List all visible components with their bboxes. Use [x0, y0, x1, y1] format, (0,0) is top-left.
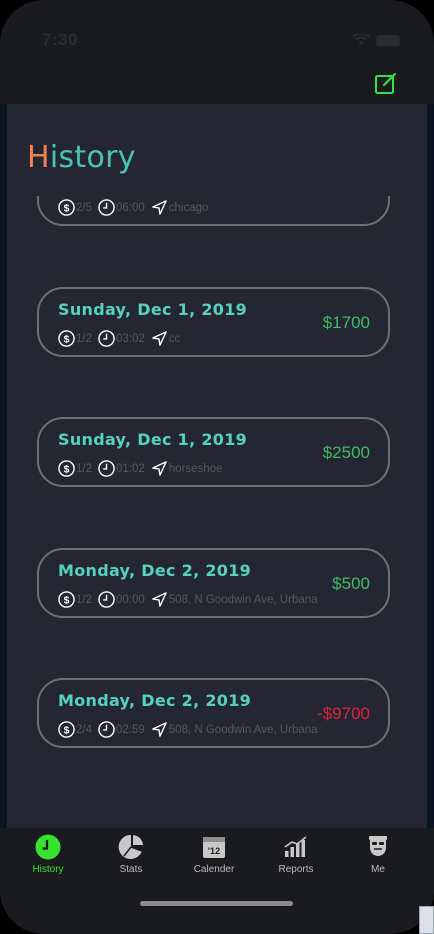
history-list[interactable]: $ 2/5 06:00 chicago Sunday, Dec 1, 2019 … — [7, 196, 427, 828]
clock-icon — [98, 330, 115, 347]
tab-bar: History Stats '12 Calender Reports Me — [0, 828, 434, 934]
clock-icon — [98, 460, 115, 477]
entry-date: Monday, Dec 2, 2019 — [58, 691, 252, 710]
entry-time: 00:00 — [116, 593, 145, 606]
status-time: 7:30 — [42, 30, 79, 49]
entry-amount: $500 — [332, 574, 370, 593]
dollar-icon: $ — [58, 330, 75, 347]
entry-ratio: 2/4 — [76, 723, 92, 736]
history-panel: History $ 2/5 06:00 chicago Sunday, Dec … — [7, 104, 427, 828]
entry-location: horseshoe — [168, 462, 223, 475]
entry-amount: $1700 — [322, 313, 370, 332]
clock-icon — [98, 199, 115, 216]
tab-reports[interactable]: Reports — [256, 834, 336, 886]
entry-ratio: 1/2 — [76, 593, 92, 606]
tab-calender[interactable]: '12 Calender — [174, 834, 254, 886]
svg-text:$: $ — [64, 203, 70, 214]
svg-text:$: $ — [64, 595, 70, 606]
tab-label: Calender — [193, 864, 235, 875]
history-entry-card[interactable]: Sunday, Dec 1, 2019 $ 1/2 01:02 horsesho… — [37, 417, 390, 487]
entry-meta: $ 1/2 03:02 cc — [58, 330, 180, 347]
home-indicator[interactable] — [140, 901, 293, 906]
location-arrow-icon — [151, 331, 167, 346]
dollar-icon: $ — [58, 460, 75, 477]
entry-amount: -$9700 — [317, 704, 370, 723]
tab-me[interactable]: Me — [338, 834, 418, 886]
entry-meta: $ 2/5 06:00 chicago — [58, 199, 208, 216]
user-avatar-icon — [364, 834, 392, 860]
tab-label: Me — [371, 864, 385, 875]
entry-location: chicago — [168, 201, 209, 214]
entry-location: cc — [168, 332, 181, 345]
compose-icon — [375, 72, 397, 94]
page-title: History — [27, 140, 136, 175]
history-entry-card[interactable]: Monday, Dec 2, 2019 $ 1/2 00:00 508, N G… — [37, 548, 390, 618]
status-bar: 7:30 — [0, 0, 434, 104]
location-arrow-icon — [151, 461, 167, 476]
entry-meta: $ 1/2 01:02 horseshoe — [58, 460, 223, 477]
clock-icon — [98, 721, 115, 738]
tab-label: History — [32, 864, 64, 875]
entry-ratio: 2/5 — [76, 201, 92, 214]
entry-amount: $2500 — [322, 443, 370, 462]
clock-icon — [34, 834, 62, 860]
entry-meta: $ 2/4 02:59 508, N Goodwin Ave, Urbana — [58, 721, 318, 738]
entry-ratio: 1/2 — [76, 462, 92, 475]
location-arrow-icon — [151, 592, 167, 607]
svg-text:$: $ — [64, 725, 70, 736]
svg-text:$: $ — [64, 334, 70, 345]
history-entry-card[interactable]: Monday, Dec 2, 2019 $ 2/4 02:59 508, N G… — [37, 678, 390, 748]
status-icons — [352, 34, 400, 46]
entry-time: 03:02 — [116, 332, 145, 345]
calendar-icon: '12 — [200, 834, 228, 860]
entry-ratio: 1/2 — [76, 332, 92, 345]
wifi-icon — [352, 34, 370, 45]
tab-label: Reports — [278, 864, 314, 875]
entry-meta: $ 1/2 00:00 508, N Goodwin Ave, Urbana — [58, 591, 318, 608]
battery-icon — [376, 34, 400, 46]
entry-time: 01:02 — [116, 462, 145, 475]
location-arrow-icon — [151, 200, 167, 215]
tab-label: Stats — [119, 864, 143, 875]
history-entry-card[interactable]: Sunday, Dec 1, 2019 $ 1/2 03:02 cc $1700 — [37, 287, 390, 357]
dollar-icon: $ — [58, 199, 75, 216]
entry-location: 508, N Goodwin Ave, Urbana — [168, 593, 318, 606]
svg-text:'12: '12 — [208, 846, 220, 856]
entry-location: 508, N Goodwin Ave, Urbana — [168, 723, 318, 736]
location-arrow-icon — [151, 722, 167, 737]
dollar-icon: $ — [58, 721, 75, 738]
bar-chart-icon — [282, 834, 310, 860]
entry-date: Sunday, Dec 1, 2019 — [58, 430, 248, 449]
svg-text:$: $ — [64, 464, 70, 475]
pie-chart-icon — [117, 834, 145, 860]
tab-history[interactable]: History — [8, 834, 88, 886]
tab-stats[interactable]: Stats — [91, 834, 171, 886]
phone-screen: 7:30 History $ 2/5 06:00 chicago Sunday,… — [0, 0, 434, 934]
entry-date: Sunday, Dec 1, 2019 — [58, 300, 248, 319]
history-entry-card[interactable]: $ 2/5 06:00 chicago — [37, 196, 390, 226]
entry-time: 06:00 — [116, 201, 145, 214]
entry-date: Monday, Dec 2, 2019 — [58, 561, 252, 580]
compose-button[interactable] — [374, 70, 400, 96]
clock-icon — [98, 591, 115, 608]
screenshot-thumbnail[interactable] — [419, 906, 434, 934]
entry-time: 02:59 — [116, 723, 145, 736]
dollar-icon: $ — [58, 591, 75, 608]
